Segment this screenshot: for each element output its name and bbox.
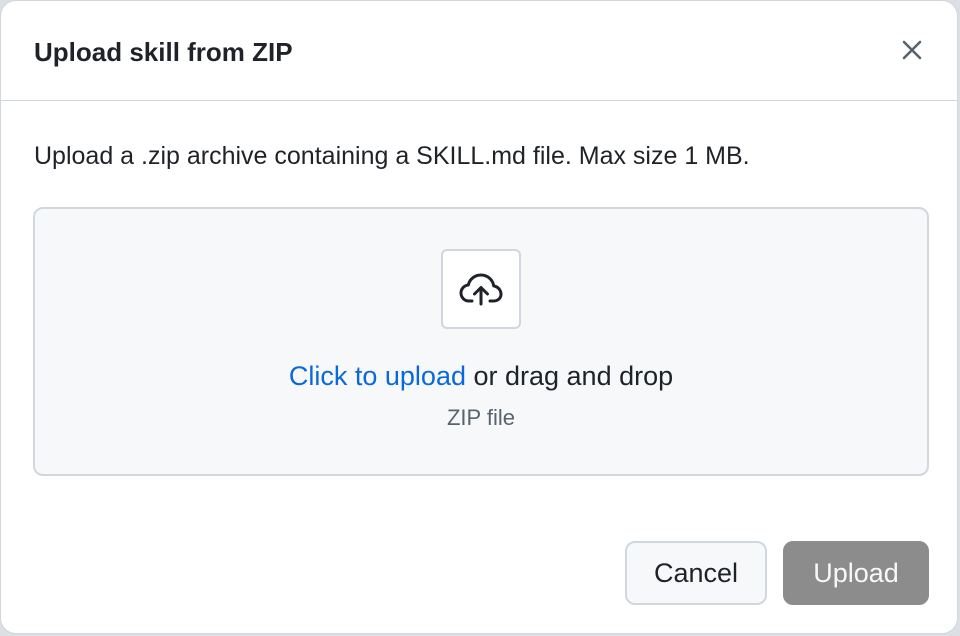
upload-button[interactable]: Upload bbox=[783, 541, 929, 605]
dialog-description: Upload a .zip archive containing a SKILL… bbox=[34, 142, 750, 170]
dialog-title: Upload skill from ZIP bbox=[34, 37, 293, 67]
drag-drop-text: or drag and drop bbox=[465, 361, 674, 391]
dropzone-instructions: Click to upload or drag and drop bbox=[35, 359, 927, 393]
file-dropzone[interactable]: Click to upload or drag and drop ZIP fil… bbox=[33, 207, 929, 476]
upload-icon-box bbox=[441, 249, 521, 329]
cancel-button[interactable]: Cancel bbox=[625, 541, 767, 605]
dialog-header: Upload skill from ZIP bbox=[1, 1, 957, 101]
cloud-upload-icon bbox=[459, 273, 503, 306]
close-button[interactable] bbox=[893, 31, 931, 69]
click-to-upload-link[interactable]: Click to upload bbox=[289, 361, 466, 391]
file-type-hint: ZIP file bbox=[446, 405, 516, 430]
close-icon bbox=[902, 40, 922, 60]
upload-skill-dialog: Upload skill from ZIP Upload a .zip arch… bbox=[0, 0, 958, 634]
